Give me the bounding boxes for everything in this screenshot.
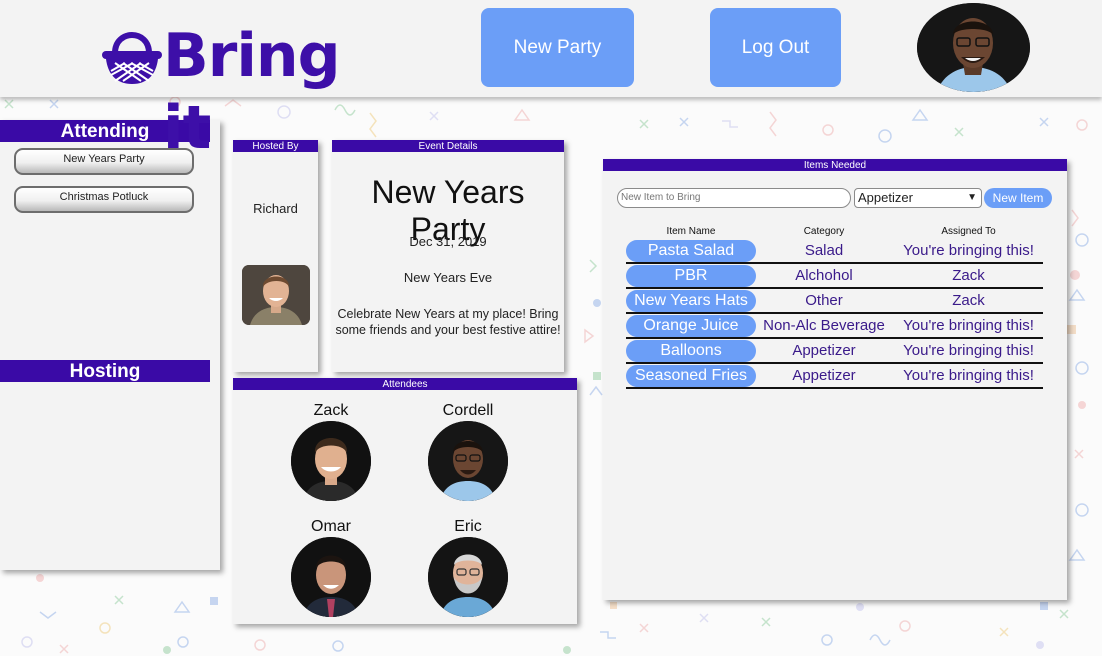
dropdown-arrow-icon: ▼ [967, 192, 977, 203]
event-details-card: Event Details New Years Party Dec 31, 20… [332, 140, 564, 372]
item-category: Appetizer [792, 367, 856, 384]
item-name-button[interactable]: PBR [626, 265, 756, 287]
attendee-avatar-icon [291, 421, 371, 501]
item-category: Salad [804, 242, 844, 259]
item-name-button[interactable]: Seasoned Fries [626, 365, 756, 387]
attendees-heading: Attendees [233, 378, 577, 390]
column-header-item-name: Item Name [666, 226, 716, 237]
attendee-avatar-icon [428, 421, 508, 501]
items-needed-heading: Items Needed [603, 159, 1067, 171]
user-avatar[interactable] [917, 3, 1030, 92]
new-item-input[interactable]: New Item to Bring [617, 188, 851, 208]
item-row: PBR Alchohol Zack [626, 264, 1043, 289]
event-name: New Years Eve [403, 270, 493, 285]
top-nav-bar: Bring it New Party Log Out [0, 0, 1102, 163]
hosted-by-card: Hosted By Richard [233, 140, 318, 372]
attendee-avatar [428, 537, 508, 617]
item-name-button[interactable]: Orange Juice [626, 315, 756, 337]
event-details-heading: Event Details [332, 140, 564, 152]
category-selected-value: Appetizer [858, 190, 913, 205]
item-name-button[interactable]: Balloons [626, 340, 756, 362]
event-date: Dec 31, 2019 [409, 234, 487, 249]
new-item-button[interactable]: New Item [984, 188, 1052, 208]
bring-it-logo[interactable]: Bring it [101, 20, 366, 163]
attendee-name: Zack [313, 402, 349, 419]
item-category: Other [805, 292, 843, 309]
host-name: Richard [253, 201, 298, 216]
item-assigned-to: You're bringing this! [903, 242, 1034, 259]
column-header-category: Category [803, 226, 845, 237]
attendee-avatar [291, 537, 371, 617]
item-category: Non-Alc Beverage [763, 317, 885, 334]
host-avatar-icon [242, 265, 310, 325]
item-row: Balloons Appetizer You're bringing this! [626, 339, 1043, 364]
basket-icon [102, 32, 162, 84]
item-assigned-to: You're bringing this! [903, 317, 1034, 334]
item-assigned-to: Zack [952, 267, 985, 284]
item-assigned-to: You're bringing this! [903, 342, 1034, 359]
item-name-button[interactable]: New Years Hats [626, 290, 756, 312]
attendee-name: Eric [454, 518, 482, 535]
host-avatar [242, 265, 310, 325]
items-needed-card: Items Needed New Item to Bring Appetizer… [603, 159, 1067, 600]
item-row: Orange Juice Non-Alc Beverage You're bri… [626, 314, 1043, 339]
user-avatar-icon [917, 3, 1030, 92]
attendee-avatar [291, 421, 371, 501]
new-party-button[interactable]: New Party [481, 8, 634, 87]
item-assigned-to: Zack [952, 292, 985, 309]
parties-sidebar: Attending New Years Party Christmas Potl… [0, 120, 220, 570]
item-row: New Years Hats Other Zack [626, 289, 1043, 314]
event-description: Celebrate New Years at my place! Bring s… [335, 307, 561, 337]
item-category: Appetizer [792, 342, 856, 359]
logout-button[interactable]: Log Out [710, 8, 841, 87]
brand-name: Bring it [163, 21, 341, 163]
column-header-assigned-to: Assigned To [941, 226, 996, 237]
item-assigned-to: You're bringing this! [903, 367, 1034, 384]
category-select[interactable]: Appetizer ▼ [854, 188, 982, 208]
attendee-avatar [428, 421, 508, 501]
attendees-card: Attendees Zack Cordell Omar Eric [233, 378, 577, 624]
attendee-avatar-icon [291, 537, 371, 617]
hosting-heading: Hosting [0, 360, 210, 382]
attendee-avatar-icon [428, 537, 508, 617]
item-category: Alchohol [795, 267, 853, 284]
item-name-button[interactable]: Pasta Salad [626, 240, 756, 262]
attendee-name: Omar [311, 518, 351, 535]
attendee-name: Cordell [442, 402, 494, 419]
item-row: Pasta Salad Salad You're bringing this! [626, 239, 1043, 264]
attending-party-christmas[interactable]: Christmas Potluck [14, 186, 194, 213]
item-row: Seasoned Fries Appetizer You're bringing… [626, 364, 1043, 389]
